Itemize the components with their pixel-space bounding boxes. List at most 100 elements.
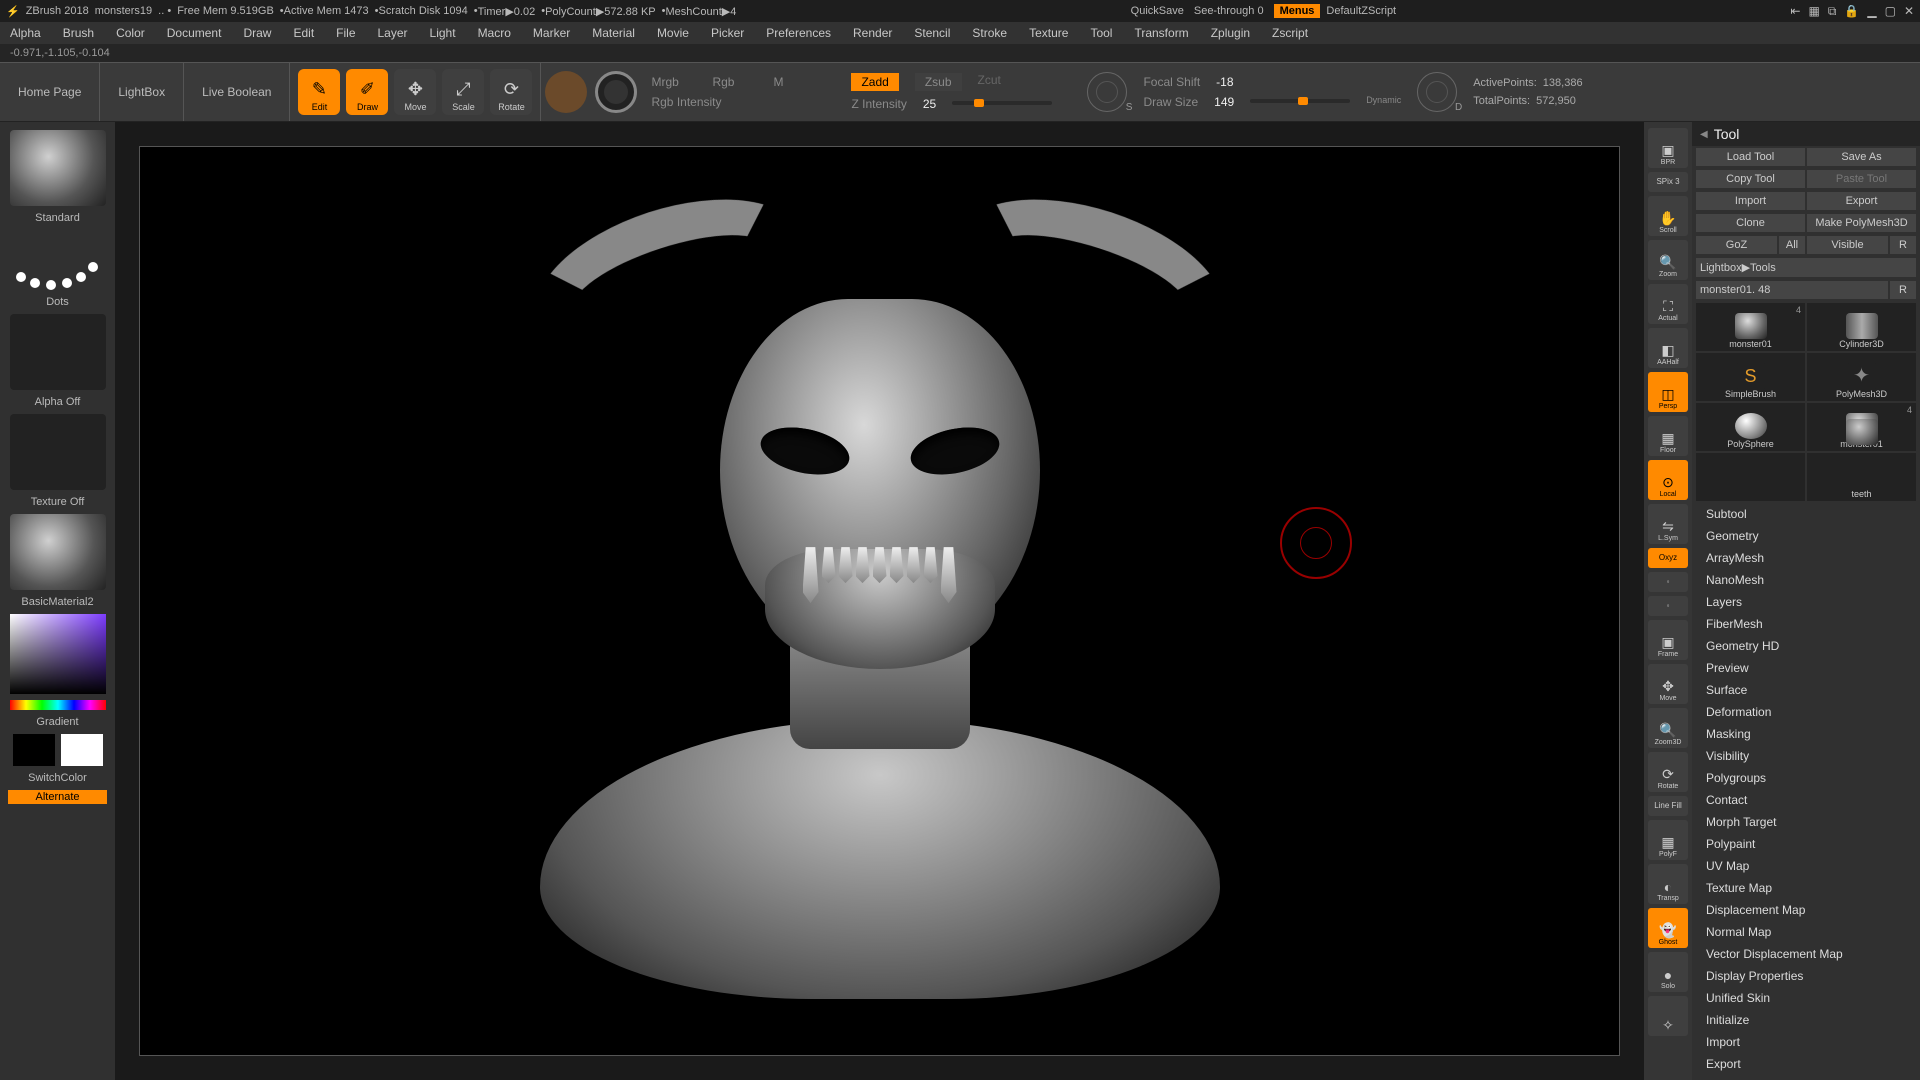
menu-color[interactable]: Color (116, 26, 145, 40)
lightbox-tools-link[interactable]: Lightbox▶Tools (1696, 258, 1916, 277)
sub-displayprops[interactable]: Display Properties (1692, 965, 1920, 987)
menu-movie[interactable]: Movie (657, 26, 689, 40)
polyf-button[interactable]: ▦PolyF (1648, 820, 1688, 860)
tool-teeth[interactable]: teeth (1807, 453, 1916, 501)
lightbox-button[interactable]: LightBox (100, 63, 184, 121)
bpr-button[interactable]: ▣BPR (1648, 128, 1688, 168)
menu-layer[interactable]: Layer (378, 26, 408, 40)
make-polymesh3d-button[interactable]: Make PolyMesh3D (1807, 214, 1916, 232)
load-tool-button[interactable]: Load Tool (1696, 148, 1805, 166)
sculptris-button[interactable] (595, 71, 637, 113)
sub-unifiedskin[interactable]: Unified Skin (1692, 987, 1920, 1009)
sub-surface[interactable]: Surface (1692, 679, 1920, 701)
menu-transform[interactable]: Transform (1134, 26, 1188, 40)
sub-polygroups[interactable]: Polygroups (1692, 767, 1920, 789)
dynamic-label[interactable]: Dynamic (1366, 95, 1401, 109)
maximize-icon[interactable]: ▢ (1885, 4, 1896, 19)
sub-geometryhd[interactable]: Geometry HD (1692, 635, 1920, 657)
switch-color-button[interactable]: SwitchColor (8, 772, 107, 784)
sub-layers[interactable]: Layers (1692, 591, 1920, 613)
tool-simplebrush[interactable]: SSimpleBrush (1696, 353, 1805, 401)
sub-geometry[interactable]: Geometry (1692, 525, 1920, 547)
focal-shift-value[interactable]: -18 (1216, 75, 1233, 89)
menu-render[interactable]: Render (853, 26, 892, 40)
menu-file[interactable]: File (336, 26, 355, 40)
menus-toggle[interactable]: Menus (1274, 4, 1321, 18)
sub-displacementmap[interactable]: Displacement Map (1692, 899, 1920, 921)
sub-preview[interactable]: Preview (1692, 657, 1920, 679)
copy-tool-button[interactable]: Copy Tool (1696, 170, 1805, 188)
material-thumb[interactable] (10, 514, 106, 590)
color-picker[interactable] (10, 614, 106, 694)
import-button[interactable]: Import (1696, 192, 1805, 210)
sub-contact[interactable]: Contact (1692, 789, 1920, 811)
menu-light[interactable]: Light (430, 26, 456, 40)
rotate3d-button[interactable]: ⟳Rotate (1648, 752, 1688, 792)
sub-fibermesh[interactable]: FiberMesh (1692, 613, 1920, 635)
scale-mode-button[interactable]: ⤢Scale (442, 69, 484, 115)
xpose-button[interactable]: ✧ (1648, 996, 1688, 1036)
minimize-icon[interactable]: ▁ (1867, 4, 1876, 19)
lock-icon[interactable]: 🔒 (1844, 4, 1859, 19)
hue-bar[interactable] (10, 700, 106, 710)
goz-visible-button[interactable]: Visible (1807, 236, 1888, 254)
menu-macro[interactable]: Macro (478, 26, 511, 40)
tool-polymesh3d[interactable]: ✦PolyMesh3D (1807, 353, 1916, 401)
live-boolean-button[interactable]: Live Boolean (184, 63, 290, 121)
sub-deformation[interactable]: Deformation (1692, 701, 1920, 723)
tool-polysphere[interactable]: PolySphere (1696, 403, 1805, 451)
xyz-button[interactable]: Oxyz (1648, 548, 1688, 568)
gradient-label[interactable]: Gradient (8, 716, 107, 728)
save-as-button[interactable]: Save As (1807, 148, 1916, 166)
brush-thumb[interactable] (10, 130, 106, 206)
menu-stencil[interactable]: Stencil (914, 26, 950, 40)
tool-header[interactable]: Tool (1692, 122, 1920, 146)
draw-mode-button[interactable]: ✐Draw (346, 69, 388, 115)
alternate-button[interactable]: Alternate (8, 790, 107, 804)
pin-icon[interactable]: ⇤ (1790, 4, 1800, 19)
actual-button[interactable]: ⛶Actual (1648, 284, 1688, 324)
draw-size-slider[interactable] (1250, 99, 1350, 103)
mrgb-toggle[interactable]: Mrgb (651, 75, 696, 89)
ghost-button[interactable]: 👻Ghost (1648, 908, 1688, 948)
solo-button[interactable]: ●Solo (1648, 952, 1688, 992)
stroke-thumb[interactable] (10, 230, 106, 290)
move-mode-button[interactable]: ✥Move (394, 69, 436, 115)
transp-button[interactable]: ◐Transp (1648, 864, 1688, 904)
gizmo-3d-button[interactable] (545, 71, 587, 113)
y-button[interactable]: ◦ (1648, 572, 1688, 592)
alpha-thumb[interactable] (10, 314, 106, 390)
menu-stroke[interactable]: Stroke (972, 26, 1007, 40)
edit-mode-button[interactable]: ✎Edit (298, 69, 340, 115)
zoom3d-button[interactable]: 🔍Zoom3D (1648, 708, 1688, 748)
tool-empty[interactable] (1696, 453, 1805, 501)
menu-draw[interactable]: Draw (243, 26, 271, 40)
z-button[interactable]: ◦ (1648, 596, 1688, 616)
sub-arraymesh[interactable]: ArrayMesh (1692, 547, 1920, 569)
goz-r-button[interactable]: R (1890, 236, 1916, 254)
z-intensity-value[interactable]: 25 (923, 97, 936, 111)
goz-all-button[interactable]: All (1779, 236, 1805, 254)
sub-texturemap[interactable]: Texture Map (1692, 877, 1920, 899)
menu-edit[interactable]: Edit (293, 26, 314, 40)
menu-zscript[interactable]: Zscript (1272, 26, 1308, 40)
sub-nanomesh[interactable]: NanoMesh (1692, 569, 1920, 591)
persp-button[interactable]: ◫Persp (1648, 372, 1688, 412)
sub-normalmap[interactable]: Normal Map (1692, 921, 1920, 943)
menu-tool[interactable]: Tool (1090, 26, 1112, 40)
zcut-toggle[interactable]: Zcut (978, 73, 1023, 91)
export-button[interactable]: Export (1807, 192, 1916, 210)
primary-color-swatch[interactable] (61, 734, 103, 766)
stroke-gyro-icon[interactable]: S (1087, 72, 1127, 112)
sub-uvmap[interactable]: UV Map (1692, 855, 1920, 877)
secondary-color-swatch[interactable] (13, 734, 55, 766)
sub-export[interactable]: Export (1692, 1053, 1920, 1075)
rotate-mode-button[interactable]: ⟳Rotate (490, 69, 532, 115)
m-toggle[interactable]: M (773, 75, 818, 89)
sub-vectordisp[interactable]: Vector Displacement Map (1692, 943, 1920, 965)
menu-alpha[interactable]: Alpha (10, 26, 41, 40)
home-page-button[interactable]: Home Page (0, 63, 100, 121)
default-zscript[interactable]: DefaultZScript (1326, 5, 1396, 17)
menu-material[interactable]: Material (592, 26, 635, 40)
spix-slider[interactable]: SPix 3 (1648, 172, 1688, 192)
